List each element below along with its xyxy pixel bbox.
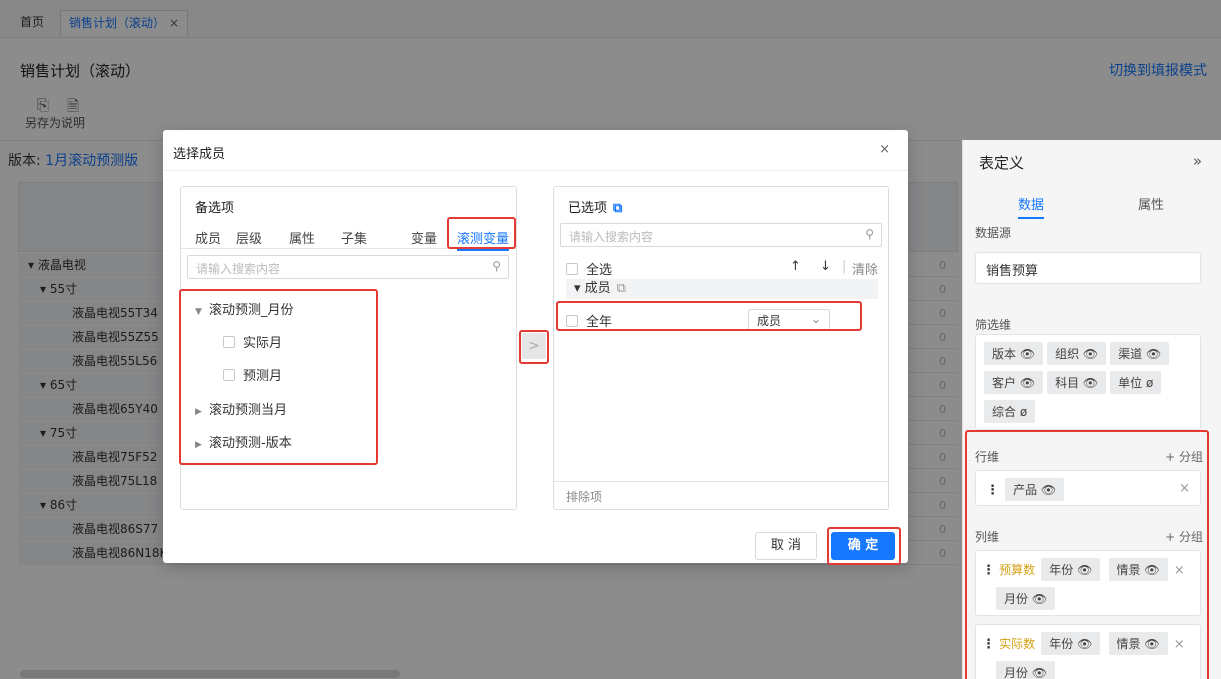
candidate-pane: 备选项 成员 层级 属性 子集 变量 滚测变量 请输入搜索内容 ⚲ ▼ 滚动预测_… [179, 186, 517, 510]
highlight-box [556, 301, 862, 331]
table-definition-panel: 表定义 » 数据 属性 数据源 销售预算 筛选维 版本 👁 组织 👁 渠道 👁 客户 … [962, 140, 1221, 679]
highlight-box [827, 527, 901, 565]
member-group-label: ▾ 成员 [574, 281, 611, 296]
filter-chip[interactable]: 客户 👁 [984, 371, 1044, 394]
panel-title: 表定义 [979, 154, 1025, 172]
selected-title-label: 已选项 [568, 201, 608, 216]
select-all-label: 全选 [586, 263, 613, 278]
panel-header: 表定义 » [963, 140, 1221, 184]
datasource-label: 数据源 [975, 226, 1012, 240]
highlight-box [447, 217, 516, 249]
tab-variable[interactable]: 变量 [411, 228, 437, 247]
selected-search-input[interactable]: 请输入搜索内容 ⚲ [560, 223, 882, 247]
search-placeholder: 请输入搜索内容 [196, 262, 281, 276]
tab-level[interactable]: 层级 [236, 228, 262, 247]
copy-icon[interactable]: ⧉ [613, 201, 622, 216]
filter-chip[interactable]: 组织 👁 [1047, 342, 1107, 365]
tab-attributes[interactable]: 属性 [1138, 194, 1164, 213]
search-icon[interactable]: ⚲ [492, 259, 501, 273]
filter-chip[interactable]: 科目 👁 [1047, 371, 1107, 394]
separator: | [842, 259, 847, 274]
close-icon[interactable]: × [879, 142, 890, 157]
member-group-header[interactable]: ▾ 成员 ⧉ [566, 279, 878, 299]
highlight-box [179, 289, 378, 465]
select-all-row: 全选 ↑ ↓ | 清除 [566, 259, 878, 278]
cancel-button[interactable]: 取 消 [755, 532, 817, 560]
datasource-field[interactable]: 销售预算 [975, 252, 1201, 284]
tab-member[interactable]: 成员 [195, 228, 221, 247]
select-member-dialog: 选择成员 × 备选项 成员 层级 属性 子集 变量 滚测变量 请输入搜索内容 ⚲… [163, 130, 908, 565]
filter-chip[interactable]: 单位 ø [1110, 371, 1162, 394]
filter-chip[interactable]: 渠道 👁 [1110, 342, 1170, 365]
panel-tabs: 数据 属性 [963, 190, 1221, 219]
selected-title: 已选项 ⧉ [568, 197, 622, 216]
move-up-icon[interactable]: ↑ [790, 259, 801, 274]
highlight-box [519, 330, 549, 364]
move-down-icon[interactable]: ↓ [820, 259, 831, 274]
candidate-title: 备选项 [195, 201, 235, 216]
selected-pane: 已选项 ⧉ 请输入搜索内容 ⚲ 全选 ↑ ↓ | 清除 ▾ 成员 ⧉ 全年 成员 ⌄ … [553, 186, 889, 510]
tab-attribute[interactable]: 属性 [289, 228, 315, 247]
tab-data[interactable]: 数据 [1018, 194, 1045, 219]
filter-chip[interactable]: 综合 ø [984, 400, 1036, 423]
tab-subset[interactable]: 子集 [341, 228, 367, 247]
search-placeholder: 请输入搜索内容 [569, 230, 654, 244]
dialog-title: 选择成员 [173, 147, 226, 162]
highlight-box [965, 430, 1209, 679]
copy-icon[interactable]: ⧉ [617, 281, 626, 296]
filter-chip[interactable]: 版本 👁 [984, 342, 1044, 365]
search-icon[interactable]: ⚲ [865, 227, 874, 241]
candidate-search-input[interactable]: 请输入搜索内容 ⚲ [187, 255, 509, 279]
collapse-icon[interactable]: » [1193, 152, 1202, 170]
divider [163, 170, 908, 171]
datasource-value: 销售预算 [986, 264, 1039, 279]
filter-label: 筛选维 [975, 318, 1012, 332]
exclude-section[interactable]: 排除项 [554, 481, 888, 509]
filter-dimensions: 版本 👁 组织 👁 渠道 👁 客户 👁 科目 👁 单位 ø 综合 ø [975, 334, 1201, 430]
clear-button[interactable]: 清除 [852, 259, 878, 278]
select-all-checkbox[interactable] [566, 263, 578, 275]
